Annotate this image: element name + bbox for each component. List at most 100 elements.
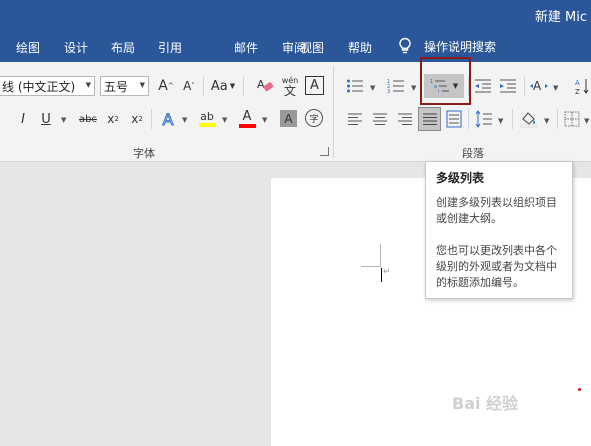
font-size-dropdown[interactable]: 五号 ▼	[100, 76, 149, 96]
text-effects-button[interactable]: A	[158, 108, 178, 130]
align-right-icon	[398, 113, 412, 125]
separator	[203, 76, 204, 96]
change-case-button[interactable]: Aa ▼	[208, 76, 238, 96]
asian-layout-icon: A	[530, 79, 548, 93]
strikethrough-button[interactable]: abc	[76, 109, 100, 129]
increase-indent-icon	[500, 79, 516, 93]
shrink-font-icon: A	[183, 79, 192, 93]
character-shading-icon: A	[284, 111, 293, 126]
window-title: 新建 Mic	[534, 10, 587, 25]
italic-button[interactable]: I	[15, 109, 31, 129]
chevron-down-icon[interactable]: ▼	[262, 116, 267, 124]
tooltip-additional-info: 您也可以更改列表中各个级别的外观或者为文档中的标题添加编号。	[436, 244, 557, 289]
svg-text:1: 1	[430, 79, 433, 85]
multilevel-list-button[interactable]: 1 a i ▼	[424, 74, 464, 98]
tab-view[interactable]: 视图	[300, 39, 324, 56]
font-name-dropdown[interactable]: 线 (中文正文) ▼	[0, 76, 95, 96]
decrease-indent-button[interactable]	[472, 76, 494, 96]
chevron-down-icon[interactable]: ▼	[370, 84, 375, 92]
align-right-button[interactable]	[395, 110, 415, 128]
superscript-digit: 2	[138, 115, 143, 123]
asian-layout-button[interactable]: A	[528, 75, 550, 97]
numbering-button[interactable]: 1 2 3	[385, 76, 407, 96]
tab-help[interactable]: 帮助	[348, 39, 372, 56]
align-left-button[interactable]	[345, 110, 365, 128]
chevron-down-icon[interactable]: ▼	[222, 116, 227, 124]
margin-corner-mark	[380, 244, 381, 266]
watermark-text: Bai 经验	[452, 394, 519, 413]
borders-button[interactable]	[562, 109, 582, 129]
paragraph-group-label: 段落	[462, 147, 484, 160]
align-center-button[interactable]	[370, 110, 390, 128]
ribbon: 线 (中文正文) ▼ 五号 ▼ A ^ A ˅ Aa ▼ A wén 文 A I U…	[0, 62, 591, 162]
separator	[557, 109, 558, 129]
svg-text:A: A	[257, 78, 265, 91]
underline-button[interactable]: U	[38, 109, 54, 129]
tab-design[interactable]: 设计	[64, 39, 88, 56]
font-name-value: 线 (中文正文)	[2, 79, 76, 94]
chevron-down-icon[interactable]: ▼	[553, 84, 558, 92]
tab-layout[interactable]: 布局	[111, 39, 135, 56]
tab-references[interactable]: 引用	[158, 39, 182, 56]
phonetic-guide-button[interactable]: wén 文	[279, 74, 301, 98]
chevron-down-icon[interactable]: ▼	[498, 117, 503, 125]
text-effects-icon: A	[162, 109, 174, 129]
tab-mailings[interactable]: 邮件	[234, 39, 258, 56]
grow-font-button[interactable]: A ^	[156, 76, 176, 96]
enclose-characters-button[interactable]: 字	[305, 109, 323, 127]
distributed-icon	[446, 110, 462, 128]
multilevel-list-icon: 1 a i	[430, 79, 449, 94]
line-spacing-button[interactable]	[474, 109, 494, 129]
tell-me-search[interactable]: 操作说明搜索	[398, 36, 496, 56]
borders-icon	[564, 111, 580, 127]
chevron-down-icon[interactable]: ▼	[182, 116, 187, 124]
subscript-digit: 2	[114, 115, 119, 123]
italic-icon: I	[21, 111, 25, 127]
chevron-down-icon: ▼	[139, 81, 145, 89]
subscript-button[interactable]: x2	[104, 109, 122, 129]
character-shading-button[interactable]: A	[280, 110, 297, 127]
svg-text:i: i	[438, 89, 439, 94]
font-dialog-launcher[interactable]	[320, 147, 329, 156]
superscript-button[interactable]: x2	[128, 109, 146, 129]
strikethrough-icon: abc	[79, 113, 97, 125]
clear-formatting-button[interactable]: A	[254, 75, 276, 97]
shrink-font-button[interactable]: A ˅	[179, 76, 199, 96]
chevron-down-icon[interactable]: ▼	[61, 116, 66, 124]
character-border-icon: A	[310, 78, 319, 93]
font-group-label: 字体	[133, 147, 155, 160]
chevron-down-icon[interactable]: ▼	[411, 84, 416, 92]
group-separator	[333, 66, 334, 158]
chevron-down-icon: ▼	[229, 82, 236, 90]
tooltip-title: 多级列表	[436, 171, 485, 185]
align-center-icon	[373, 113, 387, 125]
separator	[151, 109, 152, 129]
distributed-button[interactable]	[444, 108, 464, 130]
bullets-button[interactable]	[344, 76, 366, 96]
tab-draw[interactable]: 绘图	[16, 39, 40, 56]
separator	[524, 76, 525, 96]
separator	[243, 76, 244, 96]
align-left-icon	[348, 113, 362, 125]
chevron-down-icon[interactable]: ▼	[584, 117, 589, 125]
line-spacing-icon	[475, 110, 492, 128]
chevron-down-icon: ▼	[452, 82, 459, 90]
eraser-icon: A	[257, 78, 274, 92]
justify-button[interactable]	[418, 107, 441, 131]
separator	[468, 109, 469, 129]
increase-indent-button[interactable]	[497, 76, 519, 96]
separator	[512, 109, 513, 129]
svg-text:Z: Z	[575, 88, 580, 95]
highlight-color-button[interactable]: ab	[196, 108, 218, 130]
font-color-swatch	[238, 124, 256, 128]
numbered-list-icon: 1 2 3	[387, 79, 404, 94]
underline-icon: U	[41, 111, 51, 127]
phonetic-guide-char: 文	[283, 84, 296, 98]
shading-button[interactable]	[518, 108, 540, 130]
title-bar: 新建 Mic	[0, 0, 591, 30]
sort-button[interactable]: A Z	[574, 75, 591, 97]
chevron-down-icon[interactable]: ▼	[544, 117, 549, 125]
font-color-button[interactable]: A	[237, 108, 257, 130]
character-border-button[interactable]: A	[305, 76, 324, 95]
svg-text:a: a	[434, 84, 437, 90]
